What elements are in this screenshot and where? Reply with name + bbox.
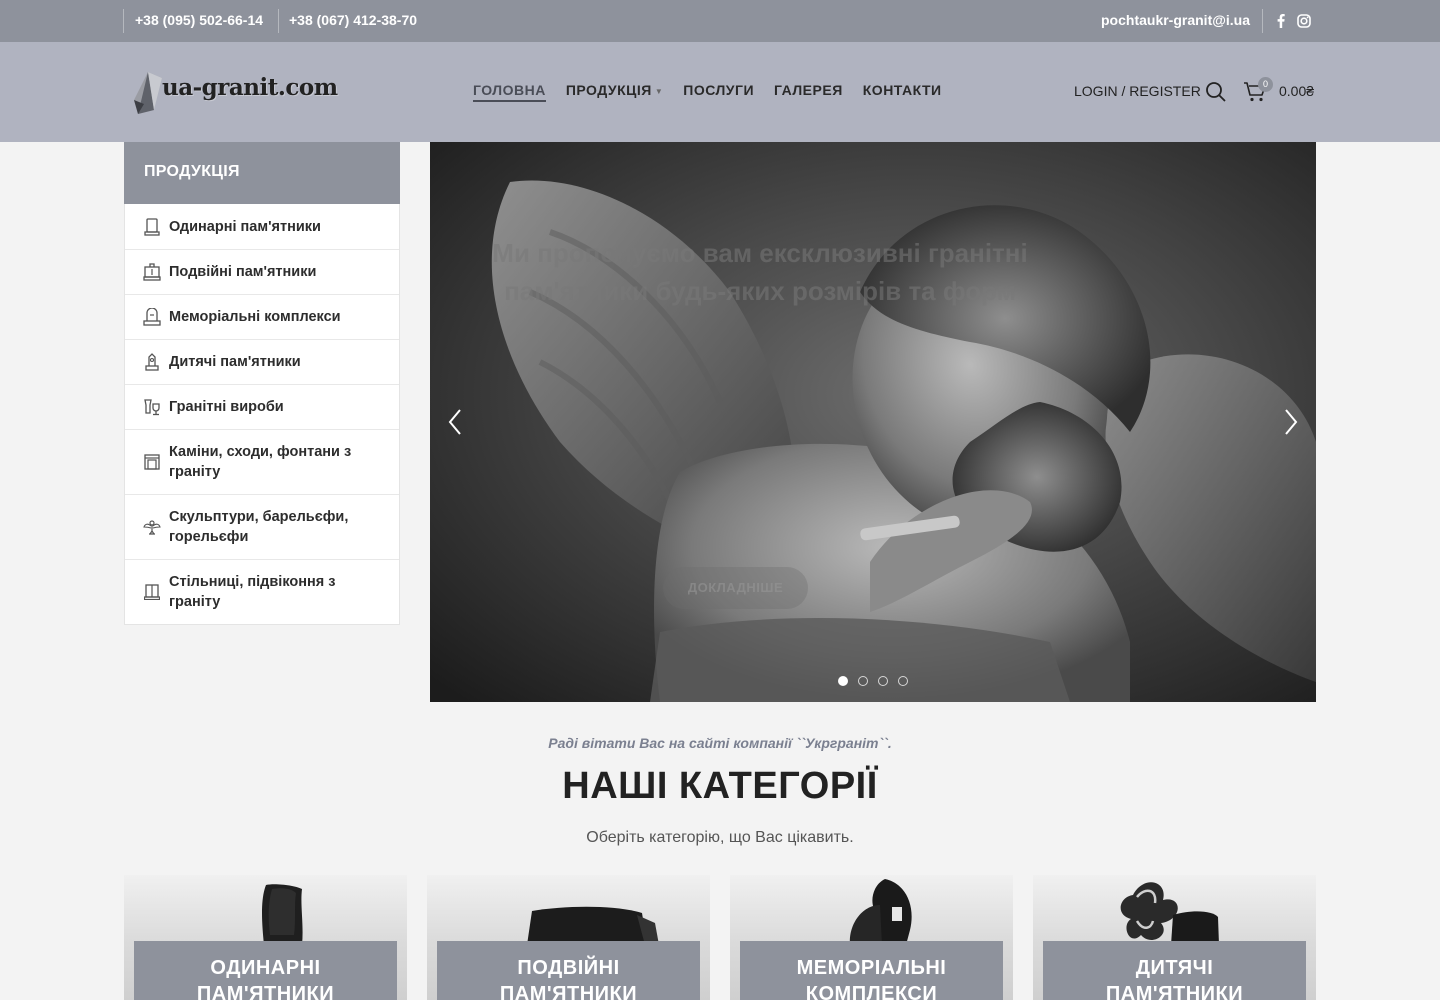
search-icon[interactable] <box>1205 81 1227 103</box>
angel-sculpture-image <box>430 142 1316 702</box>
memorial-complex-icon <box>143 307 161 327</box>
sidebar-list: Одинарні пам'ятники Подвійні пам'ятники … <box>124 204 400 625</box>
nav-item-contacts[interactable]: КОНТАКТИ <box>863 82 942 102</box>
instagram-icon[interactable] <box>1296 12 1312 30</box>
category-label-line1: МЕМОРІАЛЬНІ <box>796 957 947 979</box>
logo-mark-icon <box>134 72 162 114</box>
category-card-single[interactable]: ОДИНАРНІ ПАМ'ЯТНИКИ <box>124 875 407 1000</box>
slider-dot-1[interactable] <box>838 676 848 686</box>
window-sill-icon <box>143 582 161 602</box>
sidebar-item-label: Гранітні вироби <box>169 399 284 415</box>
phone-link-1[interactable]: +38 (095) 502-66-14 <box>135 12 263 28</box>
slider-dot-4[interactable] <box>898 676 908 686</box>
category-label-line1: ДИТЯЧІ <box>1135 957 1214 979</box>
nav-item-products[interactable]: ПРОДУКЦІЯ ▼ <box>566 82 663 102</box>
slide-more-button[interactable]: ДОКЛАДНІШЕ <box>663 567 808 609</box>
category-label: ПОДВІЙНІ ПАМ'ЯТНИКИ <box>437 941 700 1000</box>
category-label-line1: ПОДВІЙНІ <box>517 957 620 979</box>
sidebar-item-memorial-complexes[interactable]: Меморіальні комплекси <box>125 294 399 339</box>
nav-item-gallery[interactable]: ГАЛЕРЕЯ <box>774 82 843 102</box>
category-card-double[interactable]: ПОДВІЙНІ ПАМ'ЯТНИКИ <box>427 875 710 1000</box>
sidebar-item-label: Подвійні пам'ятники <box>169 264 317 280</box>
products-sidebar: ПРОДУКЦІЯ Одинарні пам'ятники Подвійні п… <box>124 142 400 625</box>
sidebar-title: ПРОДУКЦІЯ <box>124 142 400 204</box>
sidebar-item-label: Одинарні пам'ятники <box>169 218 321 235</box>
chevron-down-icon: ▼ <box>654 86 664 96</box>
sidebar-item-label: Меморіальні комплекси <box>169 309 341 325</box>
sidebar-item-label: Скульптури, барельєфи, горельєфи <box>169 509 349 545</box>
login-register-link[interactable]: LOGIN / REGISTER <box>1074 83 1201 99</box>
nav-item-home[interactable]: ГОЛОВНА <box>473 82 546 102</box>
sidebar-item-granite-products[interactable]: Гранітні вироби <box>125 384 399 429</box>
nav-item-products-label: ПРОДУКЦІЯ <box>565 82 652 98</box>
category-label: МЕМОРІАЛЬНІ КОМПЛЕКСИ <box>740 941 1003 1000</box>
slider-dot-3[interactable] <box>878 676 888 686</box>
topbar-divider <box>1262 9 1263 33</box>
section-subtitle: Оберіть категорію, що Вас цікавить. <box>586 829 854 846</box>
category-label: ОДИНАРНІ ПАМ'ЯТНИКИ <box>134 941 397 1000</box>
double-monument-icon <box>143 262 161 282</box>
granite-vase-icon <box>143 397 161 417</box>
section-title: НАШІ КАТЕГОРІЇ <box>562 765 878 807</box>
welcome-text: Раді вітати Вас на сайті компанії ``Укрг… <box>548 735 892 751</box>
topbar-divider <box>278 9 279 33</box>
logo-text: ua-granit.com <box>162 74 338 101</box>
fireplace-icon <box>143 452 161 472</box>
main-header: ua-granit.com ГОЛОВНА ПРОДУКЦІЯ ▼ ПОСЛУГИ… <box>0 42 1440 142</box>
sidebar-item-label: Дитячі пам'ятники <box>169 354 301 370</box>
category-label-line2: КОМПЛЕКСИ <box>805 983 938 1000</box>
topbar-divider <box>123 9 124 33</box>
cart-count-badge: 0 <box>1258 77 1273 92</box>
site-logo[interactable]: ua-granit.com <box>132 68 352 116</box>
sidebar-item-sculptures[interactable]: Скульптури, барельєфи, горельєфи <box>125 494 399 559</box>
category-label: ДИТЯЧІ ПАМ'ЯТНИКИ <box>1043 941 1306 1000</box>
category-label-line1: ОДИНАРНІ <box>210 957 321 979</box>
chevron-left-icon[interactable] <box>440 404 470 440</box>
facebook-icon[interactable] <box>1273 12 1289 30</box>
sidebar-item-double-monuments[interactable]: Подвійні пам'ятники <box>125 249 399 294</box>
category-label-line2: ПАМ'ЯТНИКИ <box>1105 983 1244 1000</box>
angel-sculpture-icon <box>143 517 161 537</box>
sidebar-item-child-monuments[interactable]: Дитячі пам'ятники <box>125 339 399 384</box>
chevron-right-icon[interactable] <box>1276 404 1306 440</box>
sidebar-item-countertops[interactable]: Стільниці, підвіконня з граніту <box>125 559 399 624</box>
sidebar-item-label: Каміни, сходи, фонтани з граніту <box>169 444 352 480</box>
slider-dot-2[interactable] <box>858 676 868 686</box>
hero-slider[interactable]: Ми пропонуємо вам ексклюзивні гранітні п… <box>430 142 1316 702</box>
top-bar: +38 (095) 502-66-14 +38 (067) 412-38-70 … <box>0 0 1440 42</box>
main-nav: ГОЛОВНА ПРОДУКЦІЯ ▼ ПОСЛУГИ ГАЛЕРЕЯ КОНТА… <box>473 82 942 102</box>
sidebar-item-label: Стільниці, підвіконня з граніту <box>169 574 336 610</box>
sidebar-item-fireplaces[interactable]: Каміни, сходи, фонтани з граніту <box>125 429 399 494</box>
email-link[interactable]: pochtaukr-granit@i.ua <box>1101 12 1250 28</box>
category-card-memorial[interactable]: МЕМОРІАЛЬНІ КОМПЛЕКСИ <box>730 875 1013 1000</box>
single-monument-icon <box>143 217 161 237</box>
category-label-line2: ПАМ'ЯТНИКИ <box>499 983 638 1000</box>
phone-link-2[interactable]: +38 (067) 412-38-70 <box>289 12 417 28</box>
slider-pagination <box>838 676 908 686</box>
nav-item-services[interactable]: ПОСЛУГИ <box>683 82 754 102</box>
cart-total[interactable]: 0.00₴ <box>1279 83 1314 99</box>
child-monument-icon <box>143 352 161 372</box>
slide-caption: Ми пропонуємо вам ексклюзивні гранітні п… <box>492 238 1028 306</box>
category-card-children[interactable]: ДИТЯЧІ ПАМ'ЯТНИКИ <box>1033 875 1316 1000</box>
sidebar-item-single-monuments[interactable]: Одинарні пам'ятники <box>125 204 399 249</box>
category-label-line2: ПАМ'ЯТНИКИ <box>196 983 335 1000</box>
